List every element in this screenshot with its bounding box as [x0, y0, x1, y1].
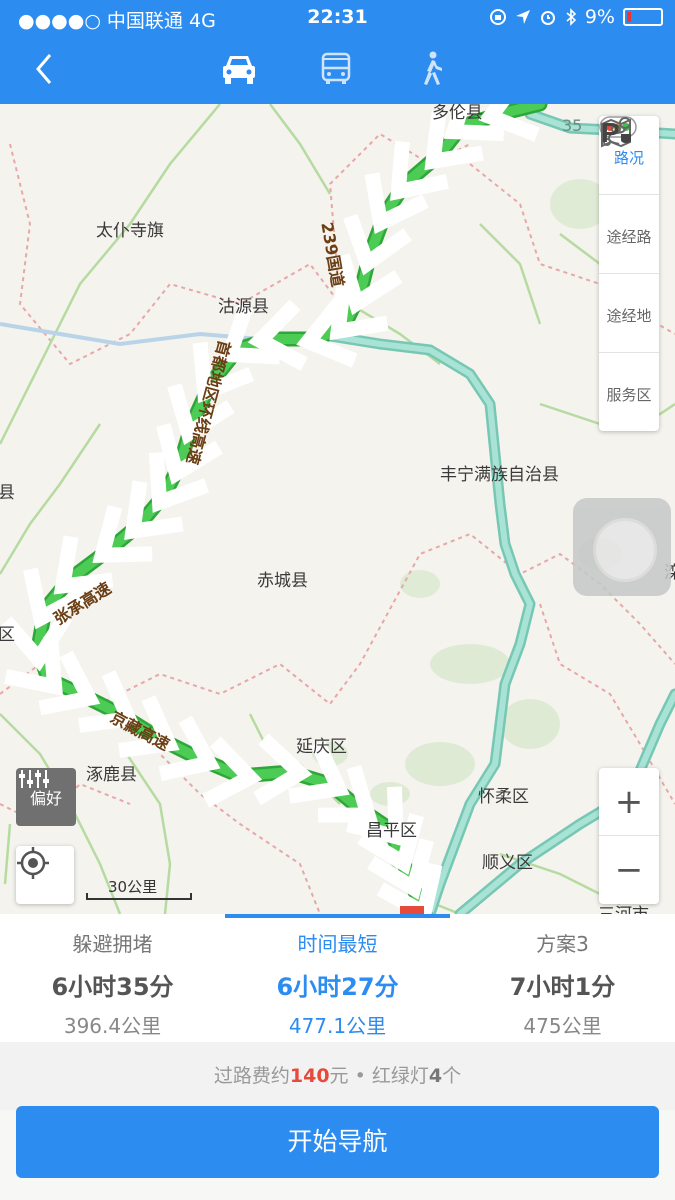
battery-percent: 9%	[584, 6, 615, 28]
separator: •	[348, 1065, 372, 1087]
assistive-touch-button[interactable]	[573, 498, 671, 596]
zoom-out-button[interactable]: −	[599, 836, 659, 903]
car-icon	[223, 56, 255, 84]
orientation-lock-icon	[489, 9, 506, 25]
place-label: 多伦县	[432, 104, 483, 123]
nav-bar	[0, 34, 675, 104]
route-time: 6小时35分	[51, 973, 174, 1001]
via-road-button[interactable]: 途经路	[599, 117, 659, 274]
back-button[interactable]	[22, 48, 66, 90]
place-label: 区	[0, 625, 15, 645]
place-label: 顺义区	[482, 853, 533, 873]
route-option-2[interactable]: 时间最短 6小时27分 477.1公里	[225, 914, 450, 1042]
place-label: 延庆区	[296, 737, 347, 757]
route-distance: 475公里	[523, 1014, 602, 1038]
lights-prefix: 红绿灯	[371, 1065, 429, 1087]
lights-count: 4	[428, 1065, 443, 1087]
route-option-3[interactable]: 方案3 7小时1分 475公里	[450, 914, 675, 1042]
start-navigation-button[interactable]: 开始导航	[16, 1106, 659, 1178]
svg-text:P: P	[601, 117, 620, 148]
place-label: 涿鹿县	[86, 765, 137, 785]
route-time: 6小时27分	[276, 973, 399, 1001]
lights-unit: 个	[442, 1065, 462, 1087]
place-label: 赤城县	[257, 571, 308, 591]
via-road-label: 途经路	[606, 227, 652, 246]
route-options: 躲避拥堵 6小时35分 396.4公里 时间最短 6小时27分 477.1公里 …	[0, 914, 675, 1042]
route-name: 躲避拥堵	[72, 932, 153, 956]
via-place-label: 途经地	[606, 306, 652, 325]
sliders-icon	[19, 770, 49, 788]
mode-bus-button[interactable]	[314, 48, 358, 90]
route-time: 7小时1分	[509, 973, 616, 1001]
battery-icon	[623, 8, 663, 26]
route-name: 方案3	[536, 932, 589, 956]
map-tools-panel: 路况 途经路 途经地 P 服务区	[599, 116, 659, 431]
destination-marker	[400, 906, 424, 914]
place-label: 太仆寺旗	[96, 221, 164, 241]
bluetooth-icon	[566, 8, 577, 26]
toll-prefix: 过路费约	[213, 1065, 290, 1087]
service-area-button[interactable]: P 服务区	[599, 117, 659, 431]
status-bar: ●●●●○ 中国联通 4G 22:31 9%	[0, 0, 675, 34]
locate-button[interactable]	[16, 846, 74, 904]
service-area-label: 服务区	[606, 385, 652, 404]
place-label: 怀柔区	[478, 787, 529, 807]
mode-car-button[interactable]	[217, 48, 261, 90]
toll-amount: 140	[289, 1065, 330, 1087]
place-label: 沽源县	[218, 297, 269, 317]
place-label: 县	[0, 483, 15, 503]
map-scale: 30公里	[86, 876, 192, 902]
crosshair-icon	[17, 847, 49, 879]
toll-unit: 元	[329, 1065, 349, 1087]
zoom-controls: + −	[599, 768, 659, 904]
route-distance: 477.1公里	[288, 1014, 387, 1038]
mode-walk-button[interactable]	[410, 48, 454, 90]
alternative-route	[324, 330, 536, 914]
road-label: 35	[562, 116, 583, 135]
trip-info: 过路费约140元 • 红绿灯4个	[0, 1042, 675, 1110]
walk-icon	[424, 51, 442, 85]
parking-coffee-icon: P	[601, 117, 631, 148]
zoom-in-button[interactable]: +	[599, 768, 659, 836]
via-place-button[interactable]: 途经地	[599, 118, 659, 353]
map-view[interactable]: 多伦县 太仆寺旗 沽源县 丰宁满族自治县 赤城县 延庆区 涿鹿县 怀柔区 昌平区…	[0, 104, 675, 914]
place-label: 昌平区	[366, 821, 417, 841]
location-arrow-icon	[515, 10, 530, 24]
preference-button[interactable]: 偏好	[16, 768, 76, 826]
bus-icon	[321, 52, 351, 84]
traffic-label: 路况	[613, 148, 644, 167]
route-option-1[interactable]: 躲避拥堵 6小时35分 396.4公里	[0, 914, 225, 1042]
chevron-left-icon	[36, 54, 52, 84]
alarm-icon	[540, 11, 555, 25]
route-name: 时间最短	[297, 932, 378, 956]
place-label: 丰宁满族自治县	[440, 465, 559, 485]
route-distance: 396.4公里	[63, 1014, 162, 1038]
